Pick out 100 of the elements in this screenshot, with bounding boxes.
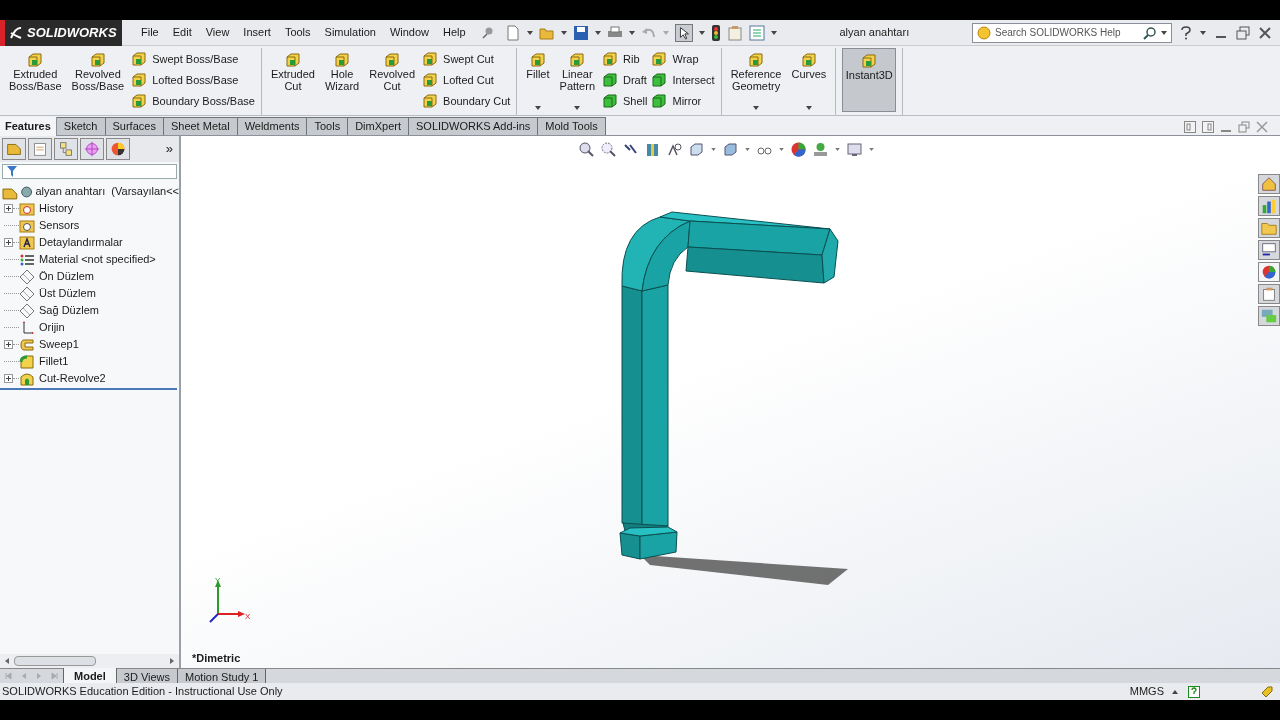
tree-item[interactable]: Sensors bbox=[39, 217, 80, 234]
folder-icon[interactable] bbox=[1258, 218, 1280, 238]
command-tab[interactable]: Weldments bbox=[237, 117, 308, 135]
ribbon-button[interactable]: Boundary Cut bbox=[422, 92, 511, 110]
view-palette-icon[interactable] bbox=[1258, 240, 1280, 260]
chat-bubbles-icon[interactable] bbox=[1258, 306, 1280, 326]
caret-icon[interactable] bbox=[869, 148, 874, 151]
tree-item[interactable]: Detaylandırmalar bbox=[39, 234, 123, 251]
caret-icon[interactable] bbox=[770, 30, 777, 35]
caret-icon[interactable] bbox=[1200, 30, 1206, 35]
ribbon-button[interactable]: Rib bbox=[602, 50, 648, 68]
caret-icon[interactable] bbox=[745, 148, 750, 151]
select-cursor-icon[interactable] bbox=[674, 23, 693, 42]
tile-right-icon[interactable] bbox=[1202, 121, 1214, 133]
tag-icon[interactable] bbox=[1260, 684, 1274, 699]
filter-field[interactable] bbox=[2, 164, 177, 179]
tree-item[interactable]: Sweep1 bbox=[39, 336, 79, 353]
up-caret-icon[interactable] bbox=[1172, 689, 1178, 694]
caret-icon[interactable] bbox=[560, 30, 567, 35]
caret-icon[interactable] bbox=[1161, 30, 1167, 35]
app-logo[interactable]: SOLIDWORKS bbox=[0, 19, 122, 46]
ribbon-button[interactable]: Curves bbox=[788, 48, 830, 112]
ribbon-button[interactable]: Wrap bbox=[651, 50, 715, 68]
traffic-light-icon[interactable] bbox=[710, 24, 721, 41]
restore-icon[interactable] bbox=[1236, 25, 1250, 40]
command-tab[interactable]: Sketch bbox=[56, 117, 106, 135]
menu-item[interactable]: File bbox=[134, 24, 166, 41]
ribbon-button[interactable]: Boundary Boss/Base bbox=[131, 92, 255, 110]
ribbon-button[interactable]: Reference Geometry bbox=[727, 48, 785, 112]
command-tab[interactable]: Features bbox=[0, 117, 57, 136]
command-tab[interactable]: Surfaces bbox=[105, 117, 164, 135]
ribbon-button[interactable]: Mirror bbox=[651, 92, 715, 110]
appearance-tab-icon[interactable] bbox=[106, 138, 130, 160]
tree-item[interactable]: Fillet1 bbox=[39, 353, 69, 370]
expand-plus-icon[interactable] bbox=[4, 204, 13, 213]
ribbon-button[interactable]: Swept Boss/Base bbox=[131, 50, 255, 68]
caret-icon[interactable] bbox=[698, 30, 705, 35]
zoom-area-icon[interactable] bbox=[601, 142, 616, 157]
cube-icon[interactable] bbox=[723, 142, 738, 157]
menu-item[interactable]: View bbox=[198, 24, 237, 41]
ribbon-button[interactable]: Instant3D bbox=[842, 48, 897, 112]
ribbon-button[interactable]: Extruded Boss/Base bbox=[6, 48, 65, 112]
menu-item[interactable]: Simulation bbox=[317, 24, 383, 41]
zoom-to-fit-icon[interactable] bbox=[579, 142, 594, 157]
caret-icon[interactable] bbox=[779, 148, 784, 151]
ribbon-button[interactable]: Swept Cut bbox=[422, 50, 511, 68]
tree-item[interactable]: Üst Düzlem bbox=[39, 285, 96, 302]
color-sphere-icon[interactable] bbox=[791, 142, 806, 157]
ribbon-button[interactable]: Fillet bbox=[523, 48, 553, 112]
help-icon[interactable] bbox=[1180, 25, 1192, 40]
menu-item[interactable]: Insert bbox=[236, 24, 278, 41]
bottom-tab[interactable]: 3D Views bbox=[116, 669, 179, 683]
search-bar[interactable]: Search SOLIDWORKS Help bbox=[972, 22, 1172, 43]
home-icon[interactable] bbox=[1258, 174, 1280, 194]
units-selector[interactable]: MMGS bbox=[1129, 683, 1164, 700]
section-view-icon[interactable] bbox=[645, 142, 660, 157]
pin-icon[interactable] bbox=[480, 25, 495, 40]
bottom-tab[interactable]: Motion Study 1 bbox=[178, 669, 267, 683]
ribbon-button[interactable]: Intersect bbox=[651, 71, 715, 89]
close-icon[interactable] bbox=[1258, 25, 1272, 40]
command-tab[interactable]: DimXpert bbox=[348, 117, 409, 135]
view-orientation-icon[interactable] bbox=[689, 142, 704, 157]
tree-item[interactable]: alyan anahtarı (Varsayılan<< bbox=[35, 183, 179, 200]
bar-chart-icon[interactable] bbox=[1258, 196, 1280, 216]
tree-item[interactable]: Cut-Revolve2 bbox=[39, 370, 106, 387]
display-settings-icon[interactable] bbox=[847, 142, 862, 157]
property-tab-icon[interactable] bbox=[28, 138, 52, 160]
ribbon-button[interactable]: Lofted Boss/Base bbox=[131, 71, 255, 89]
ribbon-button[interactable]: Shell bbox=[602, 92, 648, 110]
ribbon-button[interactable]: Extruded Cut bbox=[267, 48, 318, 112]
clipboard-icon[interactable] bbox=[1258, 284, 1280, 304]
ribbon-button[interactable]: Revolved Cut bbox=[366, 48, 419, 112]
expand-plus-icon[interactable] bbox=[4, 374, 13, 383]
new-document-icon[interactable] bbox=[504, 24, 521, 41]
search-field[interactable]: Search SOLIDWORKS Help bbox=[995, 25, 1139, 40]
caret-icon[interactable] bbox=[835, 148, 840, 151]
ribbon-button[interactable]: Revolved Boss/Base bbox=[68, 48, 128, 112]
tree-item[interactable]: History bbox=[39, 200, 74, 217]
caret-icon[interactable] bbox=[526, 30, 533, 35]
ribbon-button[interactable]: Draft bbox=[602, 71, 648, 89]
caret-icon[interactable] bbox=[594, 30, 601, 35]
command-tab[interactable]: Sheet Metal bbox=[163, 117, 238, 135]
checklist-icon[interactable] bbox=[748, 24, 765, 41]
ribbon-button[interactable]: Hole Wizard bbox=[321, 48, 363, 112]
tree-item[interactable]: Sağ Düzlem bbox=[39, 302, 99, 319]
caret-icon[interactable] bbox=[711, 148, 716, 151]
expand-plus-icon[interactable] bbox=[4, 238, 13, 247]
clipboard-icon[interactable] bbox=[726, 24, 743, 41]
menu-item[interactable]: Edit bbox=[165, 24, 199, 41]
menu-item[interactable]: Tools bbox=[277, 24, 318, 41]
caret-icon[interactable] bbox=[628, 30, 635, 35]
menu-item[interactable]: Window bbox=[382, 24, 437, 41]
tile-left-icon[interactable] bbox=[1184, 121, 1196, 133]
command-tab[interactable]: Mold Tools bbox=[538, 117, 606, 135]
feature-tree-tab-icon[interactable] bbox=[2, 138, 26, 160]
command-tab[interactable]: SOLIDWORKS Add-ins bbox=[409, 117, 539, 135]
tree-item[interactable]: Material <not specified> bbox=[39, 251, 156, 268]
configuration-tab-icon[interactable] bbox=[54, 138, 78, 160]
help-box-icon[interactable] bbox=[1188, 685, 1200, 698]
tree-item[interactable]: Orijin bbox=[39, 319, 65, 336]
